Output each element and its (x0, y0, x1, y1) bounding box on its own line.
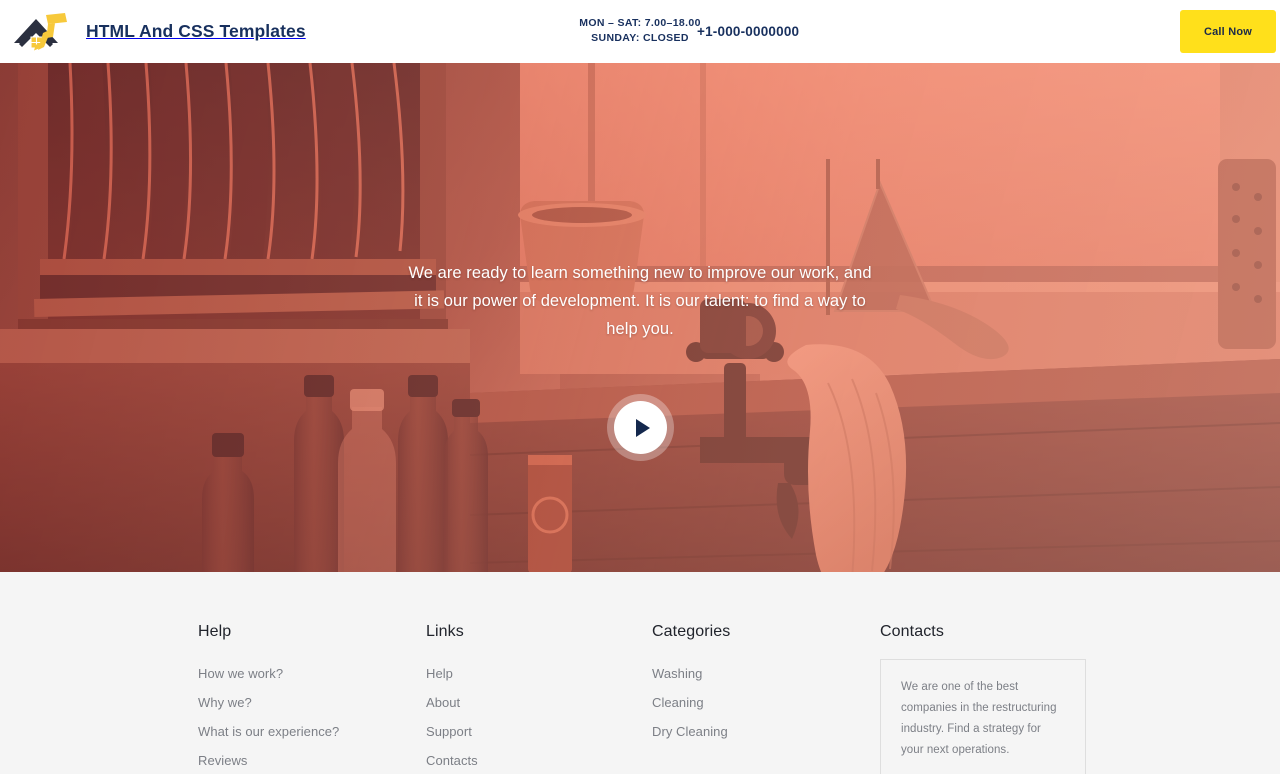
footer-column-links: Links Help About Support Contacts (426, 622, 652, 774)
play-button-inner (614, 401, 667, 454)
footer-link-why-we[interactable]: Why we? (198, 688, 426, 717)
contacts-info-box: We are one of the best companies in the … (880, 659, 1086, 774)
footer-heading-contacts: Contacts (880, 622, 1086, 642)
footer-link-help[interactable]: Help (426, 659, 652, 688)
site-header: HTML And CSS Templates MON – SAT: 7.00–1… (0, 0, 1280, 63)
footer-link-how-we-work[interactable]: How we work? (198, 659, 426, 688)
footer-link-contacts[interactable]: Contacts (426, 746, 652, 774)
footer-column-contacts: Contacts We are one of the best companie… (880, 622, 1086, 774)
footer-link-about[interactable]: About (426, 688, 652, 717)
footer-link-washing[interactable]: Washing (652, 659, 880, 688)
footer-heading-links: Links (426, 622, 652, 642)
video-play-button[interactable] (607, 394, 674, 461)
footer-link-reviews[interactable]: Reviews (198, 746, 426, 774)
site-footer: Help How we work? Why we? What is our ex… (0, 572, 1280, 774)
contacts-description: We are one of the best companies in the … (901, 677, 1066, 761)
footer-link-cleaning[interactable]: Cleaning (652, 688, 880, 717)
footer-link-our-experience[interactable]: What is our experience? (198, 717, 426, 746)
play-icon (636, 419, 650, 437)
hero-paragraph: We are ready to learn something new to i… (405, 259, 875, 343)
house-paint-roller-logo-icon (10, 9, 74, 55)
opening-hours-weekdays: MON – SAT: 7.00–18.00 (579, 16, 701, 31)
footer-link-support[interactable]: Support (426, 717, 652, 746)
footer-column-categories: Categories Washing Cleaning Dry Cleaning (652, 622, 880, 774)
footer-link-dry-cleaning[interactable]: Dry Cleaning (652, 717, 880, 746)
brand-logo-link[interactable]: HTML And CSS Templates (10, 9, 306, 55)
footer-heading-categories: Categories (652, 622, 880, 642)
footer-columns: Help How we work? Why we? What is our ex… (198, 622, 1280, 774)
footer-heading-help: Help (198, 622, 426, 642)
footer-column-help: Help How we work? Why we? What is our ex… (198, 622, 426, 774)
hero-section: We are ready to learn something new to i… (0, 63, 1280, 572)
call-now-button[interactable]: Call Now (1180, 10, 1276, 53)
brand-title: HTML And CSS Templates (86, 21, 306, 42)
opening-hours-sunday: SUNDAY: CLOSED (579, 31, 701, 46)
phone-number-link[interactable]: +1-000-0000000 (697, 24, 799, 39)
